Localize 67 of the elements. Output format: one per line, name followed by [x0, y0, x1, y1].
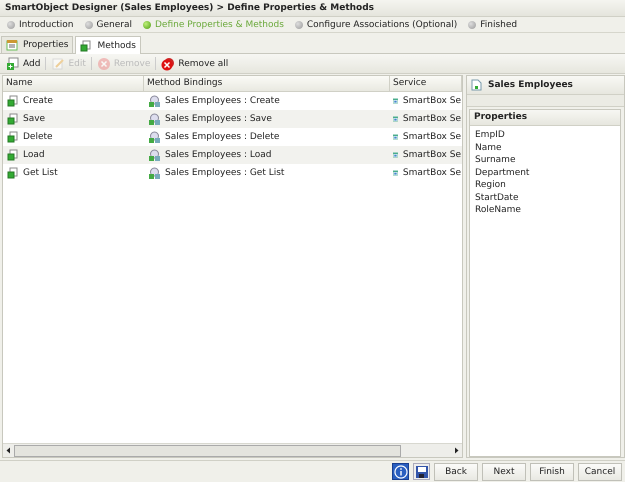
column-header[interactable]: Method Bindings	[144, 76, 390, 91]
binding-icon	[148, 94, 161, 108]
section-header: Properties	[470, 110, 620, 126]
wizard-button[interactable]: Finish	[530, 462, 574, 480]
document-icon	[471, 79, 482, 91]
table-cell: SmartBox Se	[402, 114, 461, 124]
wizard-step[interactable]: General	[96, 20, 132, 30]
property-item[interactable]: Region	[470, 179, 620, 192]
binding-icon	[148, 166, 161, 180]
table-cell: SmartBox Se	[402, 96, 461, 106]
property-item[interactable]: Department	[470, 166, 620, 179]
property-item[interactable]: Surname	[470, 154, 620, 166]
toolbar-button[interactable]: Remove all	[159, 56, 230, 70]
window-title: SmartObject Designer (Sales Employees) > Define Properties & Methods	[0, 0, 625, 17]
info-button[interactable]	[392, 463, 409, 480]
wizard-button[interactable]: Cancel	[578, 462, 622, 480]
binding-icon	[148, 112, 161, 126]
save-icon	[416, 466, 428, 478]
binding-icon	[148, 130, 161, 144]
table-row[interactable]: Load Sales Employees : Load SmartBox Se	[3, 146, 462, 164]
table-cell: Sales Employees : Save	[165, 114, 272, 124]
method-icon	[7, 167, 19, 179]
edit-icon	[51, 56, 66, 70]
binding-icon	[148, 148, 161, 162]
table-cell: SmartBox Se	[402, 168, 461, 178]
table-cell: Sales Employees : Get List	[165, 168, 284, 178]
property-item[interactable]: Name	[470, 142, 620, 154]
table-cell: SmartBox Se	[402, 132, 461, 142]
remove-icon	[96, 56, 111, 70]
method-icon	[7, 113, 19, 125]
table-row[interactable]: Create Sales Employees : Create SmartBox Se	[3, 92, 462, 110]
horizontal-scrollbar[interactable]	[3, 443, 462, 457]
tab[interactable]: Methods	[75, 36, 141, 54]
table-row[interactable]: Save Sales Employees : Save SmartBox Se	[3, 110, 462, 128]
remove-icon	[161, 56, 176, 70]
wizard-step[interactable]: Finished	[480, 20, 518, 30]
property-item[interactable]: EmpID	[470, 129, 620, 142]
property-item[interactable]: RoleName	[470, 204, 620, 216]
info-icon	[394, 464, 408, 478]
table-cell: Delete	[23, 132, 53, 142]
table-cell: Get List	[23, 168, 58, 178]
wizard-button[interactable]: Back	[434, 462, 478, 480]
panel-title: Sales Employees	[488, 80, 573, 90]
method-icon	[7, 95, 19, 107]
table-row[interactable]: Delete Sales Employees : Delete SmartBox Se	[3, 128, 462, 146]
save-button[interactable]	[413, 463, 430, 480]
toolbar-button[interactable]: Add	[4, 56, 42, 70]
wizard-step[interactable]: Introduction	[19, 20, 74, 30]
table-cell: Create	[23, 96, 53, 106]
tab[interactable]: Properties	[1, 36, 74, 53]
column-header[interactable]: Name	[3, 76, 144, 91]
table-cell: Sales Employees : Load	[165, 150, 272, 160]
table-cell: Save	[23, 114, 46, 124]
add-icon	[6, 56, 20, 70]
table-row[interactable]: Get List Sales Employees : Get List SmartBox Se	[3, 164, 462, 182]
property-item[interactable]: StartDate	[470, 192, 620, 204]
table-cell: Sales Employees : Create	[165, 96, 280, 106]
table-cell: Sales Employees : Delete	[165, 132, 280, 142]
wizard-button[interactable]: Next	[482, 462, 526, 480]
column-header[interactable]: Service	[390, 76, 462, 91]
method-icon	[80, 40, 92, 52]
properties-icon	[6, 39, 18, 51]
method-icon	[7, 149, 19, 161]
wizard-step[interactable]: Configure Associations (Optional)	[306, 20, 458, 30]
table-cell: SmartBox Se	[402, 150, 461, 160]
method-icon	[7, 131, 19, 143]
table-cell: Load	[23, 150, 45, 160]
